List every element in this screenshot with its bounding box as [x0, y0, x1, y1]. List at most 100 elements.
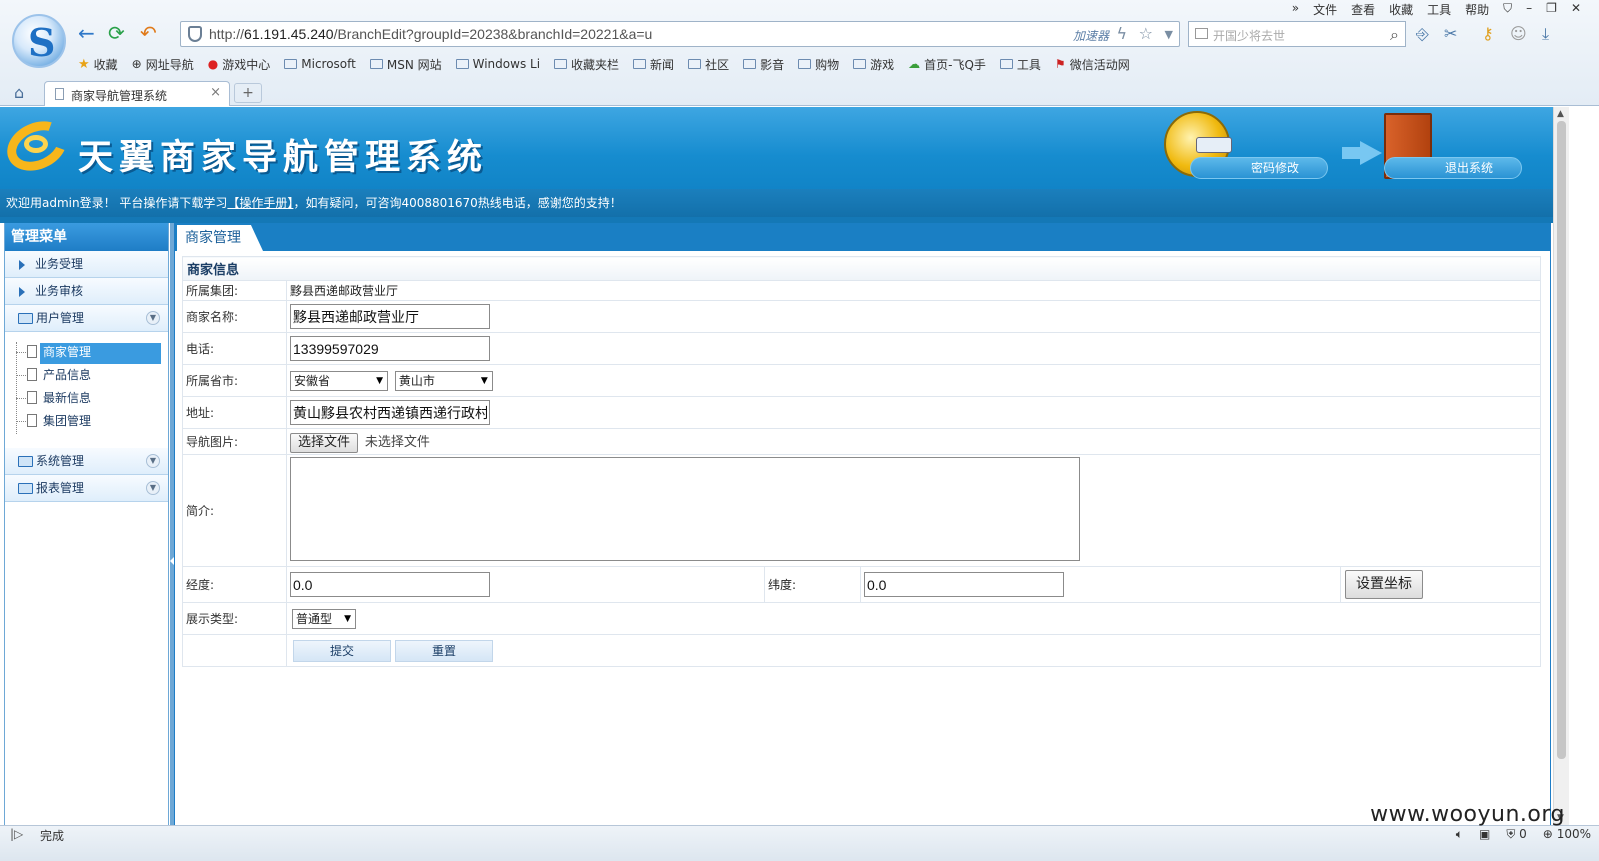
bookmark-wechat[interactable]: ⚑ 微信活动网 — [1055, 55, 1130, 73]
scroll-up-icon[interactable]: ▲ — [1557, 109, 1564, 119]
bookmark-news[interactable]: 新闻 — [633, 55, 674, 73]
triangle-right-icon — [19, 260, 25, 270]
header-banner: 天翼商家导航管理系统 密码修改 退出系统 — [0, 107, 1553, 189]
reset-button[interactable]: 重置 — [395, 639, 493, 662]
refresh-icon[interactable]: ⟳ — [108, 22, 125, 44]
document-icon — [27, 345, 37, 358]
close-tab-icon[interactable]: × — [210, 85, 221, 100]
display-type-select[interactable]: 普通型 — [292, 608, 356, 629]
search-box[interactable]: 开国少将去世 ⌕ — [1188, 21, 1406, 47]
minimize-icon[interactable]: – — [1526, 1, 1532, 19]
chevron-down-icon[interactable]: ▼ — [146, 454, 160, 468]
bookmark-shopping[interactable]: 购物 — [798, 55, 839, 73]
folder-icon — [18, 456, 33, 467]
intro-label: 简介: — [182, 454, 287, 567]
login-icon[interactable]: ⎆ — [1416, 24, 1429, 44]
bookmark-favorites[interactable]: ★ 收藏 — [78, 55, 118, 73]
set-coordinates-button[interactable]: 设置坐标 — [1345, 570, 1423, 599]
image-search-icon[interactable] — [1195, 28, 1208, 39]
key-icon[interactable]: ⚷ — [1482, 24, 1494, 43]
menu-tools[interactable]: 工具 — [1427, 1, 1451, 19]
menu-more[interactable]: » — [1292, 1, 1299, 19]
bookmark-favbar[interactable]: 收藏夹栏 — [554, 55, 619, 73]
address-bar[interactable]: http://61.191.45.240/BranchEdit?groupId=… — [180, 21, 1180, 47]
close-window-icon[interactable]: ✕ — [1571, 1, 1581, 19]
lightning-icon[interactable]: ϟ — [1116, 24, 1127, 43]
menu-favorites[interactable]: 收藏 — [1389, 1, 1413, 19]
bookmark-community[interactable]: 社区 — [688, 55, 729, 73]
scissors-icon[interactable]: ✂ — [1444, 24, 1457, 43]
back-arrow-icon[interactable]: ← — [78, 22, 95, 44]
chevron-down-icon[interactable]: ▼ — [146, 311, 160, 325]
menu-file[interactable]: 文件 — [1313, 1, 1337, 19]
status-text: 完成 — [40, 829, 65, 843]
block-count[interactable]: ⛨ 0 — [1506, 827, 1526, 842]
folder-icon — [554, 59, 568, 69]
sidebar-sub-product-info[interactable]: 产品信息 — [5, 365, 168, 388]
tab-title: 商家导航管理系统 — [71, 89, 168, 103]
zoom-level[interactable]: ⊕ 100% — [1543, 827, 1591, 842]
bookmark-windows[interactable]: Windows Li — [455, 55, 540, 73]
latitude-input[interactable] — [864, 572, 1064, 597]
new-tab-button[interactable]: + — [234, 83, 262, 103]
sidebar-group-user-management[interactable]: 用户管理 ▼ — [5, 305, 168, 332]
menu-view[interactable]: 查看 — [1351, 1, 1375, 19]
home-icon[interactable]: ⌂ — [14, 83, 24, 102]
bookmarks-bar: ★ 收藏 ⊕ 网址导航 ● 游戏中心 Microsoft MSN 网站 Windows… — [78, 55, 1130, 73]
browser-chrome: S ← ⟳ ↶ » 文件 查看 收藏 工具 帮助 ⛉ – ❐ ✕ http://… — [0, 0, 1599, 106]
undo-icon[interactable]: ↶ — [140, 22, 157, 44]
sidebar-group-system-management[interactable]: 系统管理 ▼ — [5, 448, 168, 475]
browser-logo-icon[interactable]: S — [12, 14, 66, 68]
download-icon[interactable]: ⤓ — [1542, 24, 1549, 44]
image-label: 导航图片: — [182, 428, 287, 455]
smile-icon[interactable]: ☺ — [1510, 24, 1527, 43]
chevron-down-icon[interactable]: ▼ — [146, 481, 160, 495]
menu-help[interactable]: 帮助 — [1465, 1, 1489, 19]
sidebar-sub-latest-info[interactable]: 最新信息 — [5, 388, 168, 411]
intro-textarea[interactable] — [290, 457, 1080, 561]
tab-merchant-management[interactable]: 商家管理 — [177, 225, 263, 251]
url-text[interactable]: http://61.191.45.240/BranchEdit?groupId=… — [209, 26, 652, 42]
bookmark-msn[interactable]: MSN 网站 — [369, 55, 442, 73]
sidebar-toggle-icon[interactable]: |▷ — [10, 827, 23, 841]
shirt-icon[interactable]: ⛉ — [1503, 1, 1512, 19]
choose-file-button[interactable]: 选择文件 — [290, 432, 359, 453]
bookmark-microsoft[interactable]: Microsoft — [284, 55, 356, 73]
sidebar-item-business-accept[interactable]: 业务受理 — [5, 251, 168, 278]
sidebar-sub-merchant-management[interactable]: 商家管理 — [5, 342, 168, 365]
speaker-icon[interactable]: 🔈︎ — [1456, 827, 1463, 842]
bookmark-games[interactable]: 游戏 — [853, 55, 894, 73]
accelerator-label[interactable]: 加速器 — [1073, 27, 1109, 44]
submit-button[interactable]: 提交 — [293, 639, 391, 662]
sidebar-sub-group-management[interactable]: 集团管理 — [5, 411, 168, 434]
phone-input[interactable] — [290, 336, 490, 361]
bookmark-tools[interactable]: 工具 — [999, 55, 1041, 73]
main-tabbar: 商家管理 — [175, 223, 1550, 251]
longitude-input[interactable] — [290, 572, 490, 597]
bookmark-feiq[interactable]: ☁ 首页-飞Q手 — [908, 55, 986, 73]
tab-active[interactable]: 商家导航管理系统 × — [44, 81, 230, 106]
star-icon[interactable]: ☆ — [1139, 24, 1153, 43]
bookmark-media[interactable]: 影音 — [743, 55, 784, 73]
bookmark-nav[interactable]: ⊕ 网址导航 — [132, 55, 194, 73]
zoom-icon: ⊕ — [1542, 827, 1553, 841]
bookmark-game-center[interactable]: ● 游戏中心 — [208, 55, 271, 73]
province-select[interactable]: 安徽省 — [290, 370, 388, 391]
sidebar-title: 管理菜单 — [5, 223, 168, 251]
vertical-scrollbar[interactable]: ▲ ▼ — [1553, 107, 1569, 825]
city-select[interactable]: 黄山市 — [394, 370, 493, 391]
folder-icon — [18, 483, 33, 494]
manual-link[interactable]: 【操作手册】 — [227, 196, 293, 210]
document-icon — [27, 368, 37, 381]
search-icon[interactable]: ⌕ — [1390, 25, 1399, 45]
exit-system-button[interactable]: 退出系统 — [1384, 157, 1522, 179]
dropdown-arrow-icon[interactable]: ▼ — [1165, 28, 1173, 41]
restore-icon[interactable]: ❐ — [1546, 1, 1557, 19]
merchant-name-input[interactable] — [290, 304, 490, 329]
bag-icon[interactable]: ▣ — [1479, 827, 1490, 842]
address-input[interactable] — [290, 400, 490, 425]
change-password-button[interactable]: 密码修改 — [1190, 157, 1328, 179]
sidebar-item-business-review[interactable]: 业务审核 — [5, 278, 168, 305]
scroll-thumb[interactable] — [1557, 121, 1566, 759]
sidebar-group-report-management[interactable]: 报表管理 ▼ — [5, 475, 168, 502]
